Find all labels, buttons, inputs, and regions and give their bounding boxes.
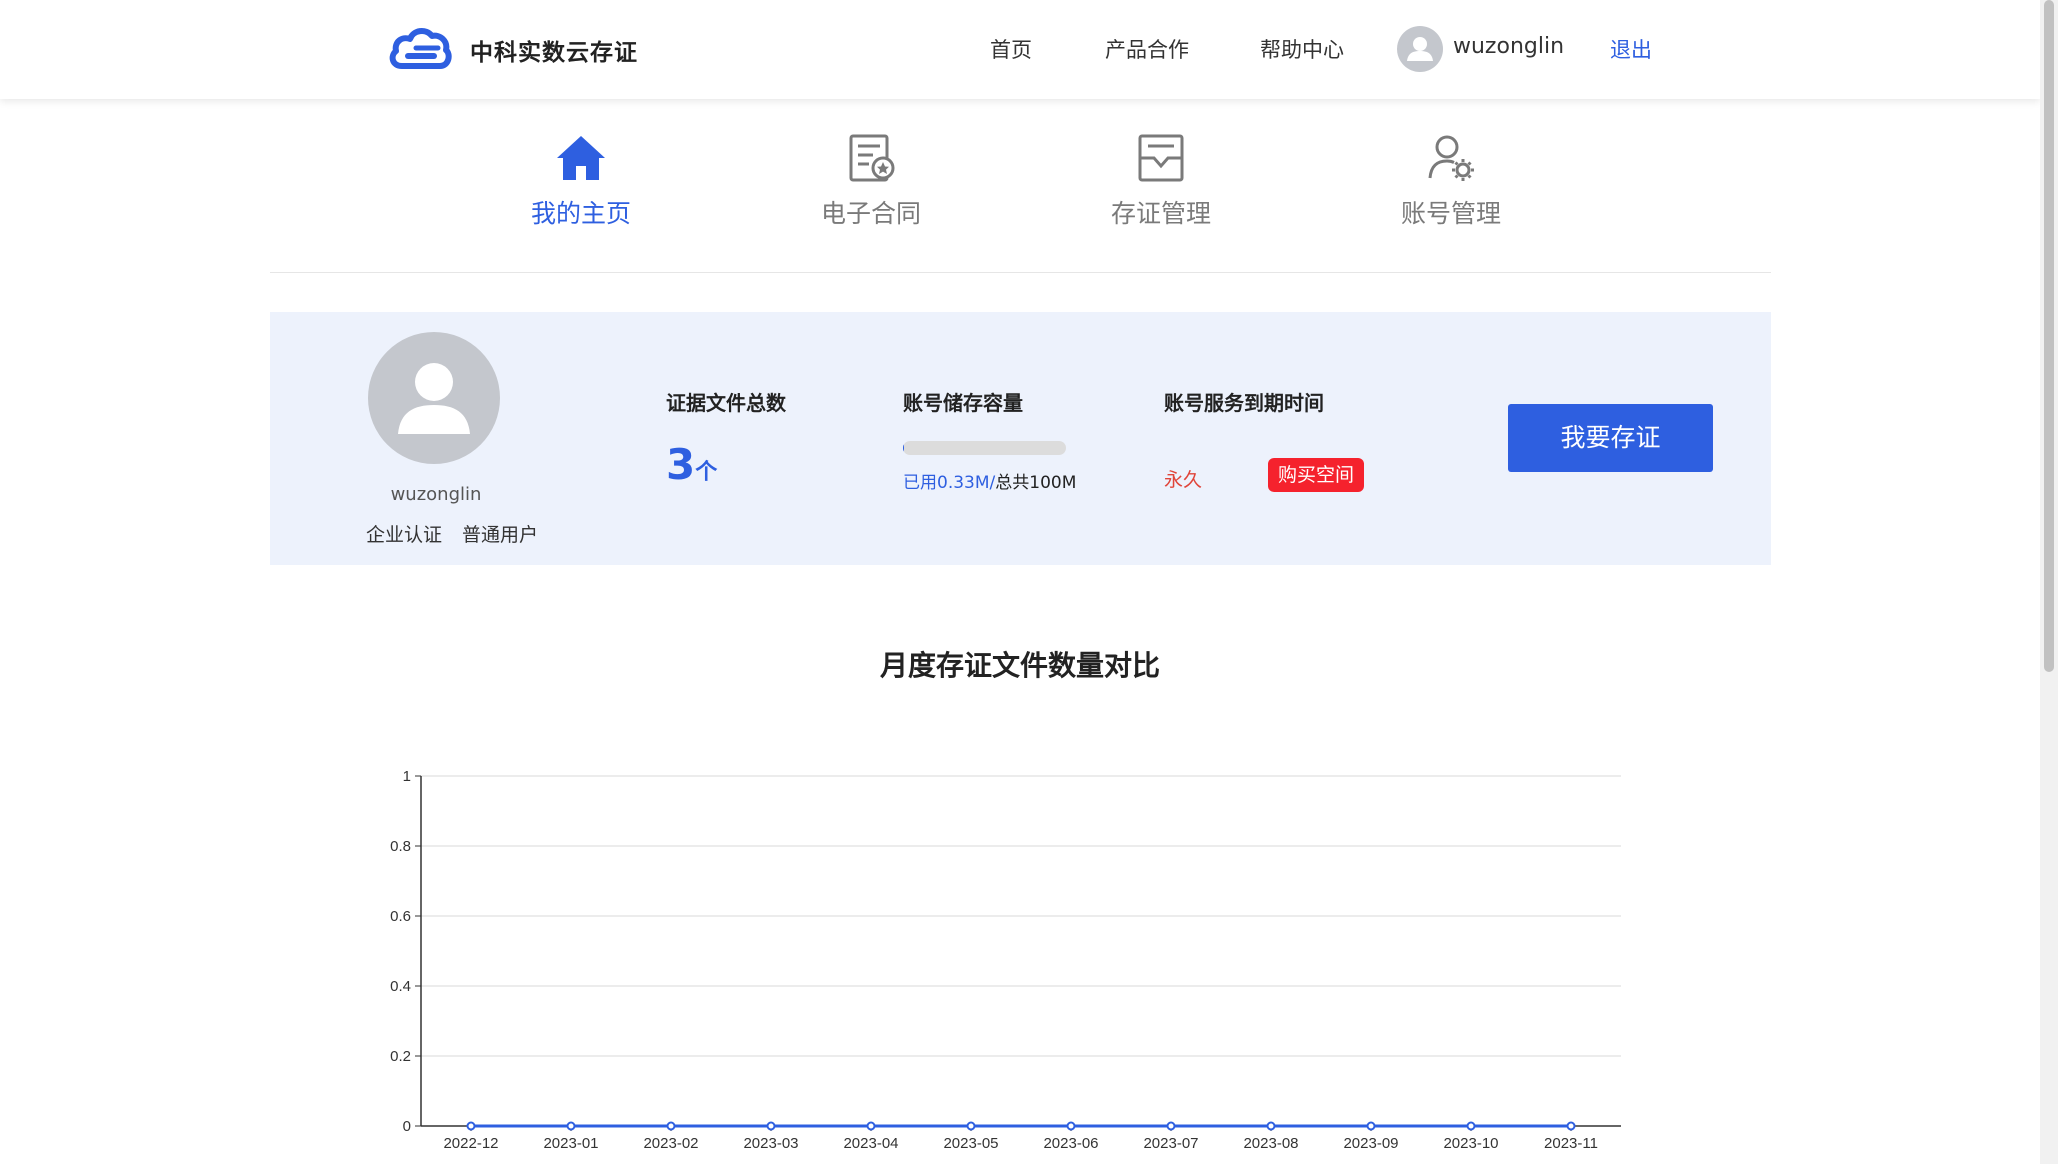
data-point	[1266, 1121, 1276, 1131]
x-tick-label: 2023-05	[943, 1135, 998, 1152]
x-tick-label: 2023-10	[1443, 1135, 1498, 1152]
data-point	[666, 1121, 676, 1131]
data-point	[466, 1121, 476, 1131]
x-tick-label: 2023-03	[743, 1135, 798, 1152]
y-tick-label: 0.8	[390, 838, 411, 855]
y-tick-label: 0.4	[390, 978, 411, 995]
x-tick-label: 2023-09	[1343, 1135, 1398, 1152]
x-tick-label: 2023-04	[843, 1135, 898, 1152]
data-point	[1466, 1121, 1476, 1131]
data-point	[1066, 1121, 1076, 1131]
data-point	[1366, 1121, 1376, 1131]
x-tick-label: 2022-12	[443, 1135, 498, 1152]
data-point	[866, 1121, 876, 1131]
y-tick-label: 1	[403, 768, 411, 785]
x-tick-label: 2023-01	[543, 1135, 598, 1152]
data-point	[1166, 1121, 1176, 1131]
x-tick-label: 2023-06	[1043, 1135, 1098, 1152]
x-tick-label: 2023-07	[1143, 1135, 1198, 1152]
data-point	[1566, 1121, 1576, 1131]
scrollbar-thumb[interactable]	[2044, 0, 2054, 672]
y-tick-label: 0.6	[390, 908, 411, 925]
x-tick-label: 2023-02	[643, 1135, 698, 1152]
x-tick-label: 2023-08	[1243, 1135, 1298, 1152]
y-tick-label: 0	[403, 1118, 411, 1135]
data-point	[966, 1121, 976, 1131]
data-point	[766, 1121, 776, 1131]
data-point	[566, 1121, 576, 1131]
x-tick-label: 2023-11	[1544, 1135, 1598, 1152]
monthly-evidence-line-chart: 0 0.2 0.4 0.6 0.8 1 2022-12 2023-01 2023-02 2023-…	[390, 768, 1621, 1152]
y-tick-label: 0.2	[390, 1048, 411, 1065]
